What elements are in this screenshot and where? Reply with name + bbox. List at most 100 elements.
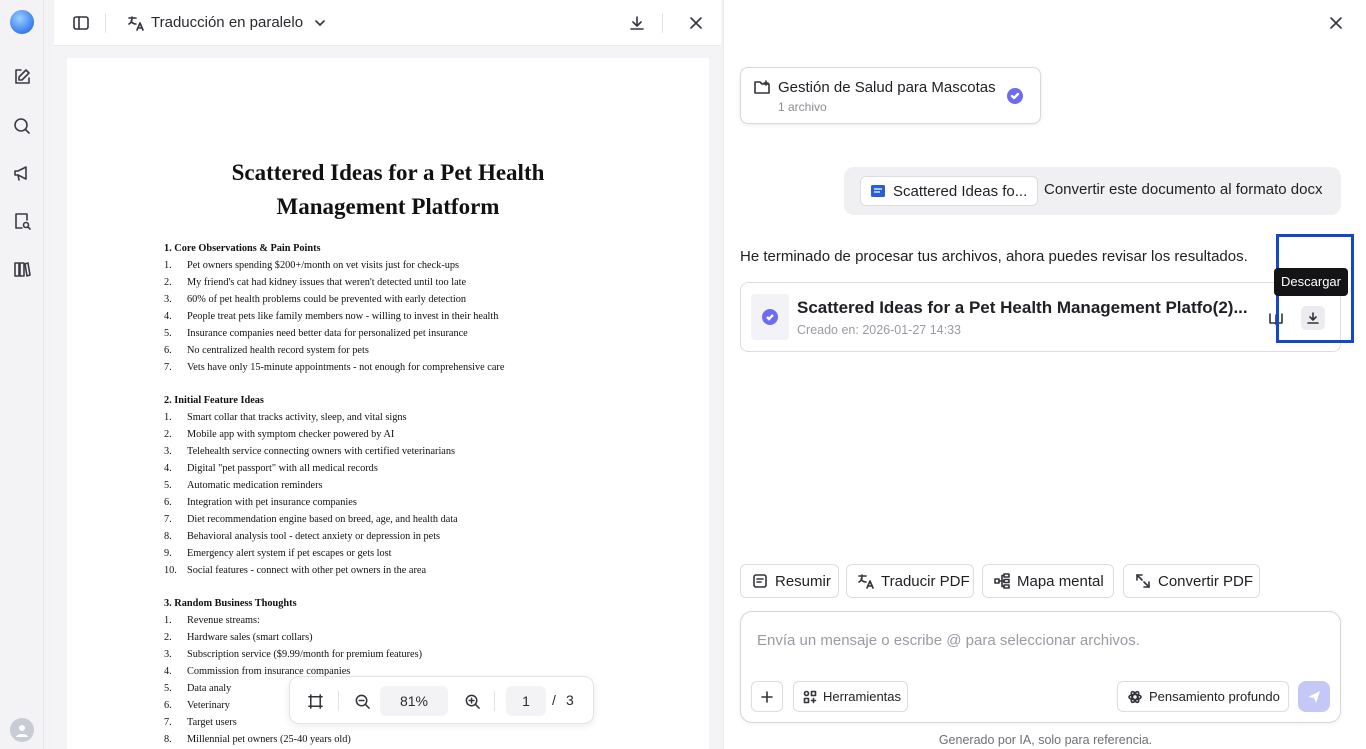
document-thumbnail <box>751 294 789 340</box>
mode-title[interactable]: Traducción en paralelo <box>151 14 303 31</box>
summarize-button[interactable]: Resumir <box>740 564 839 598</box>
list-item: 4. Digital "pet passport" with all medica… <box>164 460 684 477</box>
translate-pdf-button[interactable]: Traducir PDF <box>846 564 974 598</box>
list-item-text: Social features - connect with other pet… <box>187 565 427 576</box>
summarize-icon <box>753 574 767 588</box>
download-tooltip: Descargar <box>1274 268 1348 296</box>
list-item-number: 7. <box>164 514 172 525</box>
list-item-number: 1. <box>164 260 172 271</box>
add-attachment-button[interactable] <box>751 681 783 712</box>
document-file-icon <box>871 185 885 197</box>
list-item: 4. People treat pets like family members … <box>164 308 684 325</box>
translate-pdf-label: Traducir PDF <box>881 572 970 590</box>
new-chat-icon[interactable] <box>10 65 34 89</box>
list-item-text: Subscription service ($9.99/month for pr… <box>187 649 423 660</box>
list-item-number: 3. <box>164 649 172 660</box>
translate-icon <box>858 574 874 589</box>
list-item-text: Millennial pet owners (25-40 years old) <box>187 734 351 745</box>
list-item-text: Behavioral analysis tool - detect anxiet… <box>187 531 441 542</box>
mind-map-label: Mapa mental <box>1017 572 1104 590</box>
close-icon[interactable] <box>684 11 708 35</box>
user-message-text: Convertir este documento al formato docx <box>1044 181 1323 198</box>
tools-button[interactable]: Herramientas <box>793 681 908 712</box>
list-item: 2. My friend's cat had kidney issues that… <box>164 274 684 291</box>
list-item: 1. Smart collar that tracks activity, sle… <box>164 409 684 426</box>
list-item: 8. Behavioral analysis tool - detect anxi… <box>164 528 684 545</box>
user-avatar[interactable] <box>10 718 34 742</box>
document-page: Scattered Ideas for a Pet Health Managem… <box>67 58 709 749</box>
list-item: 2. Mobile app with symptom checker powere… <box>164 426 684 443</box>
folder-card[interactable]: Gestión de Salud para Mascotas 1 archivo <box>740 67 1041 124</box>
tools-icon <box>803 690 817 703</box>
ai-disclaimer: Generado por IA, solo para referencia. <box>938 733 1153 747</box>
page-total: 3 <box>566 692 574 708</box>
toolbar-divider <box>662 13 663 33</box>
list-item: 9. Emergency alert system if pet escapes … <box>164 545 684 562</box>
list-item-number: 6. <box>164 700 172 711</box>
document-search-icon[interactable] <box>10 209 34 233</box>
list-item-text: My friend's cat had kidney issues that w… <box>187 277 467 288</box>
megaphone-icon[interactable] <box>10 161 34 185</box>
zoom-level[interactable]: 81% <box>380 686 448 716</box>
send-icon <box>1308 690 1320 703</box>
file-chip-label: Scattered Ideas fo... <box>893 183 1028 200</box>
folder-file-count: 1 archivo <box>778 100 827 114</box>
list-item-text: Diet recommendation engine based on bree… <box>187 514 458 525</box>
app-logo-icon[interactable] <box>10 10 34 34</box>
list-item-text: Pet owners spending $200+/month on vet v… <box>187 260 460 271</box>
list-item-text: Target users <box>187 717 237 728</box>
convert-icon <box>1136 574 1150 588</box>
list-item-number: 5. <box>164 480 172 491</box>
list-item-text: People treat pets like family members no… <box>187 311 499 322</box>
list-item-number: 7. <box>164 717 172 728</box>
zoom-divider <box>494 691 495 711</box>
check-icon <box>1007 88 1023 104</box>
list-item-text: Automatic medication reminders <box>187 480 323 491</box>
zoom-bar: 81% 1 / 3 <box>289 676 594 724</box>
chevron-down-icon[interactable] <box>308 11 332 35</box>
list-item-number: 9. <box>164 548 172 559</box>
list-item: 2. Hardware sales (smart collars) <box>164 629 684 646</box>
list-item: 5. Automatic medication reminders <box>164 477 684 494</box>
list-item-number: 2. <box>164 429 172 440</box>
list-item: 10. Social features - connect with other … <box>164 562 684 579</box>
zoom-in-icon[interactable] <box>460 689 484 713</box>
mind-map-button[interactable]: Mapa mental <box>982 564 1114 598</box>
list-item-number: 2. <box>164 632 172 643</box>
section-heading: 2. Initial Feature Ideas <box>164 395 264 406</box>
document-title: Scattered Ideas for a Pet Health Managem… <box>67 156 709 224</box>
message-input[interactable] <box>757 632 1317 649</box>
send-button[interactable] <box>1298 681 1330 712</box>
list-item-number: 3. <box>164 446 172 457</box>
zoom-out-icon[interactable] <box>350 689 374 713</box>
list-item: 3. 60% of pet health problems could be pr… <box>164 291 684 308</box>
list-item-text: Data analy <box>187 683 232 694</box>
download-icon[interactable] <box>625 11 649 35</box>
document-title-line: Scattered Ideas for a Pet Health <box>231 160 545 185</box>
search-icon[interactable] <box>10 114 34 138</box>
list-item: 3. Telehealth service connecting owners w… <box>164 443 684 460</box>
file-chip[interactable]: Scattered Ideas fo... <box>860 176 1038 206</box>
list-item-text: Hardware sales (smart collars) <box>187 632 313 643</box>
list-item-number: 10. <box>164 565 177 576</box>
list-item-number: 1. <box>164 412 172 423</box>
list-item: 6. No centralized health record system fo… <box>164 342 684 359</box>
tools-label: Herramientas <box>823 689 902 704</box>
deep-thinking-button[interactable]: Pensamiento profundo <box>1117 681 1289 712</box>
summarize-label: Resumir <box>775 572 831 590</box>
list-item-number: 3. <box>164 294 172 305</box>
result-file-date: Creado en: 2026-01-27 14:33 <box>797 323 962 337</box>
fit-page-icon[interactable] <box>303 689 327 713</box>
page-number-input[interactable]: 1 <box>506 686 546 716</box>
list-item-number: 5. <box>164 683 172 694</box>
sidebar-toggle-icon[interactable] <box>69 11 93 35</box>
close-icon[interactable] <box>1324 11 1348 35</box>
folder-icon <box>753 78 771 101</box>
list-item: 6. Integration with pet insurance compani… <box>164 494 684 511</box>
library-icon[interactable] <box>10 257 34 281</box>
page-separator: / <box>552 692 556 708</box>
result-file-card[interactable]: Scattered Ideas for a Pet Health Managem… <box>740 282 1341 352</box>
convert-pdf-button[interactable]: Convertir PDF <box>1123 564 1260 598</box>
